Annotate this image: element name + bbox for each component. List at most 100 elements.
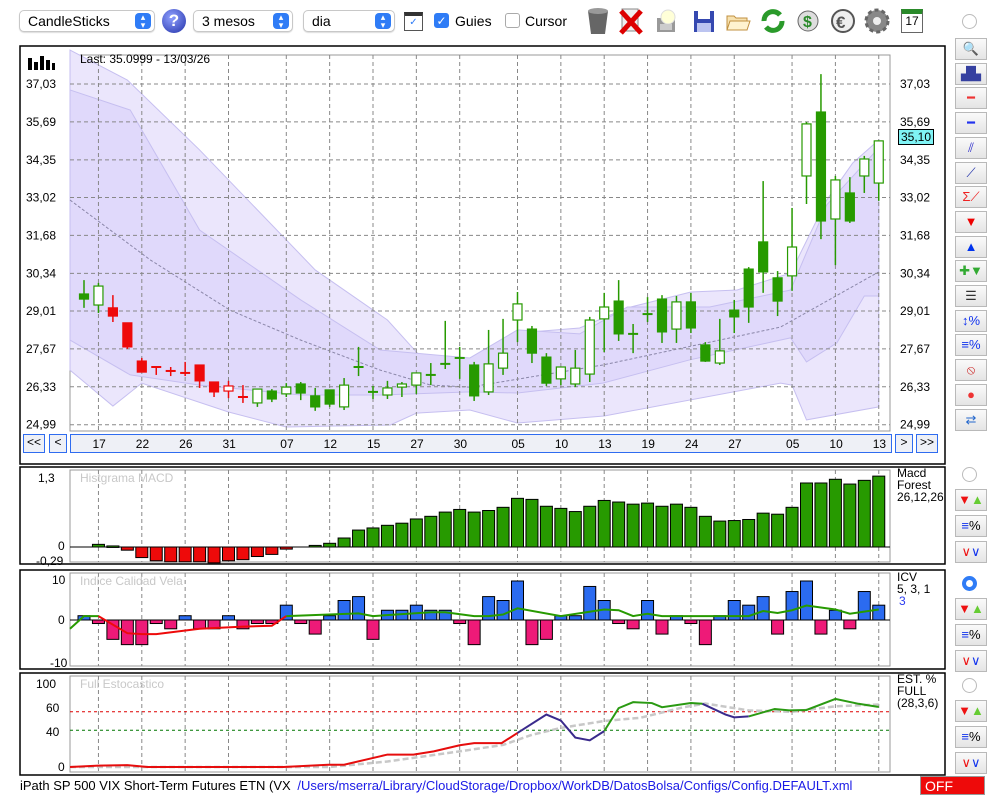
candle[interactable] xyxy=(469,361,480,401)
buy-arrow-button[interactable]: ▲ xyxy=(955,235,987,258)
macd-bar xyxy=(872,475,886,548)
icv-bar xyxy=(756,596,770,621)
candle-body xyxy=(78,293,90,300)
panel-select-radio[interactable] xyxy=(962,576,977,591)
date-tick: 31 xyxy=(222,437,236,451)
candle[interactable] xyxy=(324,389,335,407)
date-tick: 12 xyxy=(323,437,337,451)
macd-y-tick: 1,3 xyxy=(38,471,55,485)
next-page-button[interactable]: > xyxy=(895,434,913,453)
macd-y-tick: 0 xyxy=(58,539,65,553)
record-button[interactable]: ● xyxy=(955,383,987,406)
oscillator-curve-button[interactable]: ∨∨ xyxy=(955,541,987,563)
zoom-button[interactable]: 🔍 xyxy=(955,38,987,60)
sell-buy-arrows-icon: ▼▲ xyxy=(958,703,984,718)
candle-body xyxy=(656,298,668,333)
macd-bar xyxy=(178,546,192,563)
range-percent-button[interactable]: ↕% xyxy=(955,309,987,332)
candle[interactable] xyxy=(122,322,133,349)
macd-bar xyxy=(800,482,813,548)
add-order-button[interactable]: ✚▼ xyxy=(955,260,987,283)
y-tick-left: 24,99 xyxy=(26,418,56,432)
y-tick-left: 30,34 xyxy=(26,266,56,280)
macd-bar xyxy=(641,502,655,548)
icv-bar xyxy=(742,604,756,621)
macd-bar xyxy=(554,507,568,548)
lines-percent-button[interactable]: ≡% xyxy=(955,624,987,646)
lines-percent-button[interactable]: ≡% xyxy=(955,515,987,537)
sum-trendline-button[interactable]: Σ⟋ xyxy=(955,186,987,209)
oscillator-curve-icon: ∨∨ xyxy=(961,755,981,770)
macd-bar xyxy=(120,546,134,551)
off-toggle-button[interactable]: OFF xyxy=(920,776,985,795)
macd-bar xyxy=(366,527,380,548)
icv-bar xyxy=(149,619,163,625)
y-tick-left: 29,01 xyxy=(26,304,56,318)
oscillator-curve-button[interactable]: ∨∨ xyxy=(955,650,987,672)
macd-bar xyxy=(308,544,322,548)
lines-percent-button[interactable]: ≡% xyxy=(955,334,987,357)
candle[interactable] xyxy=(700,342,711,362)
stop-button[interactable]: ⦸ xyxy=(955,359,987,382)
macd-bar xyxy=(698,515,712,548)
stop-icon: ⦸ xyxy=(966,362,976,378)
trendline-button[interactable]: ⟋ xyxy=(955,161,987,184)
blue-line-button[interactable]: ━ xyxy=(955,112,987,135)
macd-bar xyxy=(525,498,539,548)
panel-select-radio[interactable] xyxy=(962,678,977,693)
date-tick: 30 xyxy=(453,437,468,451)
macd-bar xyxy=(323,542,337,548)
red-line-button[interactable]: ━ xyxy=(955,87,987,110)
macd-legend-3: 26,12,26 xyxy=(897,490,944,504)
date-tick: 10 xyxy=(554,437,569,451)
candle-body xyxy=(223,385,234,392)
sell-buy-arrows-button[interactable]: ▼▲ xyxy=(955,598,987,620)
stoch-title: Full Estocastico xyxy=(80,677,165,691)
macd-bar xyxy=(713,520,727,548)
dashed-lines-button[interactable]: ☰ xyxy=(955,285,987,307)
candle-body xyxy=(136,360,147,373)
oscillator-curve-button[interactable]: ∨∨ xyxy=(955,752,987,774)
last-page-button[interactable]: >> xyxy=(916,434,938,453)
icv-bar xyxy=(135,619,149,646)
macd-bar xyxy=(843,483,857,548)
range-percent-icon: ↕% xyxy=(961,312,981,328)
macd-bar xyxy=(135,546,149,559)
y-tick-right: 30,34 xyxy=(900,266,930,280)
panel-select-radio[interactable] xyxy=(962,467,977,482)
y-tick-right: 26,33 xyxy=(900,380,930,394)
panel-select-radio-main[interactable] xyxy=(962,14,977,29)
candle-body xyxy=(801,123,812,177)
icv-bar xyxy=(178,615,192,621)
icv-bar xyxy=(323,615,337,621)
y-tick-left: 37,03 xyxy=(26,77,56,91)
candle-body xyxy=(772,277,783,302)
icv-bar xyxy=(872,604,886,621)
candle-body xyxy=(786,246,798,277)
config-path-link[interactable]: /Users/mserra/Library/CloudStorage/Dropb… xyxy=(297,778,852,793)
sync-icon: ⇄ xyxy=(965,411,977,427)
channel-button[interactable]: ⫽ xyxy=(955,136,987,159)
zoom-icon: 🔍 xyxy=(962,41,980,56)
macd-bar xyxy=(583,505,597,548)
macd-bar xyxy=(612,501,626,548)
first-page-button[interactable]: << xyxy=(23,434,45,453)
bar-chart-icon[interactable] xyxy=(28,54,58,73)
icv-bar xyxy=(843,619,857,630)
sell-buy-arrows-button[interactable]: ▼▲ xyxy=(955,700,987,722)
sell-buy-arrows-button[interactable]: ▼▲ xyxy=(955,489,987,511)
lines-percent-button[interactable]: ≡% xyxy=(955,726,987,748)
macd-bar xyxy=(684,506,698,548)
date-scrollbar[interactable]: 17 22 26 31 07 12 15 27 30 05 10 13 19 24 27 05 10 13 xyxy=(70,434,892,453)
icv-bar xyxy=(453,619,467,625)
y-tick-right: 33,02 xyxy=(900,190,930,204)
date-tick: 24 xyxy=(684,437,699,451)
prev-page-button[interactable]: < xyxy=(49,434,67,453)
dashed-lines-icon: ☰ xyxy=(965,288,977,303)
candle[interactable] xyxy=(541,353,552,386)
sync-button[interactable]: ⇄ xyxy=(955,408,987,431)
macd-bar xyxy=(193,546,207,563)
sell-arrow-button[interactable]: ▼ xyxy=(955,210,987,233)
volume-chart-button[interactable]: ▟▙ xyxy=(955,62,987,85)
candle[interactable] xyxy=(584,316,595,382)
